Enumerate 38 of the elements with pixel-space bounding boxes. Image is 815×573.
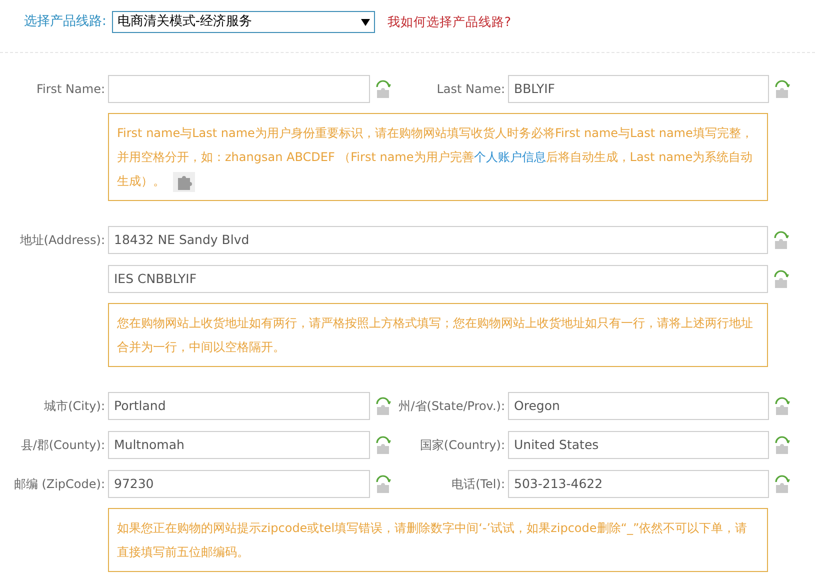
field-label: 地址(Address): bbox=[20, 232, 105, 249]
paste-icon[interactable] bbox=[374, 474, 392, 494]
text-field[interactable]: United States bbox=[508, 431, 769, 459]
puzzle-icon bbox=[173, 172, 195, 192]
paste-icon[interactable] bbox=[772, 230, 790, 250]
field-label: 州/省(State/Prov.): bbox=[398, 398, 505, 415]
product-line-label: 选择产品线路: bbox=[24, 13, 106, 32]
text-field[interactable]: 97230 bbox=[108, 470, 370, 498]
paste-icon[interactable] bbox=[773, 79, 791, 99]
paste-icon[interactable] bbox=[773, 396, 791, 416]
paste-icon[interactable] bbox=[772, 269, 790, 289]
paste-icon[interactable] bbox=[374, 435, 392, 455]
product-line-select[interactable]: 电商清关模式-经济服务 bbox=[112, 11, 376, 33]
field-label: 电话(Tel): bbox=[452, 476, 505, 493]
text-field[interactable]: 503-213-4622 bbox=[508, 470, 769, 498]
account-info-link[interactable]: 个人账户信息 bbox=[474, 150, 546, 164]
field-label: 城市(City): bbox=[44, 398, 105, 415]
text-field[interactable]: BBLYIF bbox=[508, 75, 769, 103]
hint-note: 您在购物网站上收货地址如有两行，请严格按照上方格式填写；您在购物网站上收货地址如只有一行，请将上述两行地址合并为一行，中间以空格隔开。 bbox=[108, 303, 768, 367]
field-label: First Name: bbox=[36, 81, 105, 98]
text-field[interactable] bbox=[108, 75, 370, 103]
field-label: 国家(Country): bbox=[420, 437, 505, 454]
dropdown-arrow-icon bbox=[361, 18, 370, 26]
help-link[interactable]: 我如何选择产品线路? bbox=[387, 12, 512, 32]
text-field[interactable]: IES CNBBLYIF bbox=[108, 265, 768, 293]
hint-note: First name与Last name为用户身份重要标识，请在购物网站填写收货人时务必将First name与Last name填写完整，并用空格分开，如：zhangsan ABCDEF （First name为用户完善个人账户信息后将自动生成，Last name为系统自动生成）。 bbox=[108, 113, 768, 201]
paste-icon[interactable] bbox=[374, 79, 392, 99]
field-label: 邮编 (ZipCode): bbox=[14, 476, 105, 493]
field-label: Last Name: bbox=[436, 81, 505, 98]
paste-icon[interactable] bbox=[773, 435, 791, 455]
text-field[interactable]: 18432 NE Sandy Blvd bbox=[108, 226, 768, 254]
paste-icon[interactable] bbox=[773, 474, 791, 494]
hint-note: 如果您正在购物的网站提示zipcode或tel填写错误，请删除数字中间‘-’试试，如果zipcode删除“_”依然不可以下单，请直接填写前五位邮编码。 bbox=[108, 508, 768, 572]
paste-icon[interactable] bbox=[374, 396, 392, 416]
text-field[interactable]: Oregon bbox=[508, 392, 769, 420]
text-field[interactable]: Multnomah bbox=[108, 431, 370, 459]
field-label: 县/郡(County): bbox=[20, 437, 105, 454]
text-field[interactable]: Portland bbox=[108, 392, 370, 420]
